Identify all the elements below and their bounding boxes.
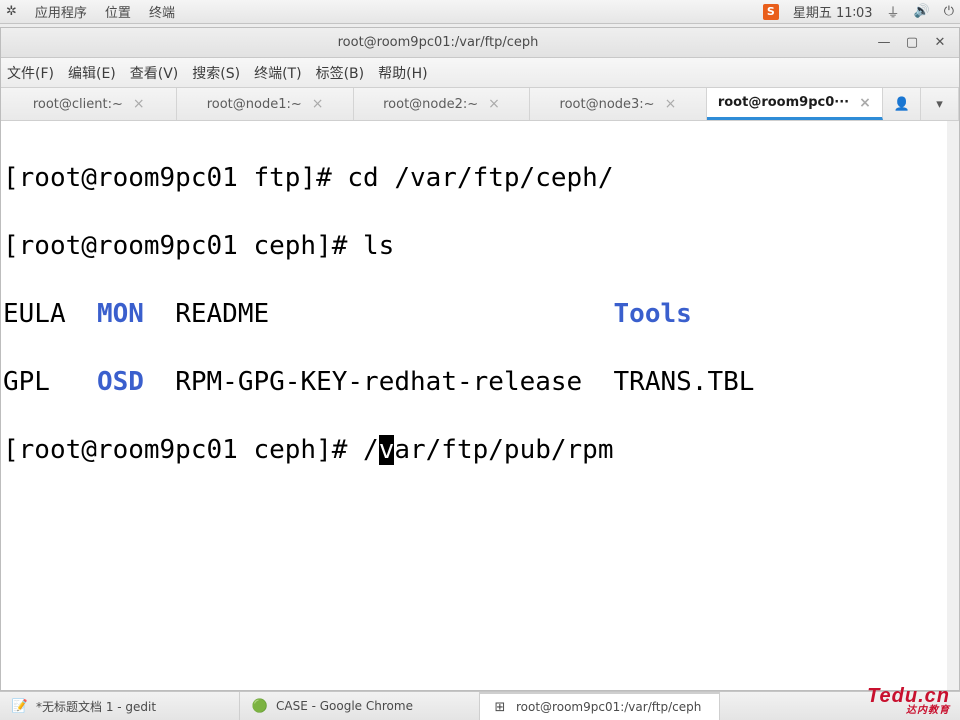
ime-indicator-icon[interactable]: S (763, 4, 779, 20)
menu-tabs[interactable]: 标签(B) (316, 63, 365, 83)
volume-icon[interactable]: 🔊 (914, 4, 930, 19)
input-post: ar/ftp/pub/rpm (394, 435, 613, 465)
brand-sub: 达内教育 (867, 706, 950, 716)
tab-bar: root@client:~ × root@node1:~ × root@node… (1, 88, 959, 121)
terminal-window: root@room9pc01:/var/ftp/ceph — ▢ ✕ 文件(F)… (0, 27, 960, 691)
os-top-panel: ✲ 应用程序 位置 终端 S 星期五 11∶03 ⏚ 🔊 ⏻ (0, 0, 960, 24)
window-titlebar[interactable]: root@room9pc01:/var/ftp/ceph — ▢ ✕ (1, 28, 959, 58)
activities-icon[interactable]: ✲ (6, 4, 17, 19)
menu-bar: 文件(F) 编辑(E) 查看(V) 搜索(S) 终端(T) 标签(B) 帮助(H… (1, 58, 959, 88)
command: cd /var/ftp/ceph/ (347, 163, 613, 193)
task-terminal[interactable]: ⊞ root@room9pc01:/var/ftp/ceph (480, 692, 720, 720)
menu-edit[interactable]: 编辑(E) (68, 63, 116, 83)
power-icon[interactable]: ⏻ (944, 4, 954, 19)
tab-node3[interactable]: root@node3:~ × (530, 88, 706, 120)
menu-places[interactable]: 位置 (105, 2, 131, 21)
menu-file[interactable]: 文件(F) (7, 63, 54, 83)
tab-menu-button[interactable]: ▾ (921, 88, 959, 120)
task-chrome[interactable]: 🟢 CASE - Google Chrome (240, 692, 480, 720)
tab-node2[interactable]: root@node2:~ × (354, 88, 530, 120)
close-icon[interactable]: × (859, 95, 871, 111)
network-icon[interactable]: ⏚ (887, 2, 900, 21)
input-pre: / (363, 435, 379, 465)
cursor: v (379, 435, 395, 465)
minimize-button[interactable]: — (875, 34, 893, 52)
ls-entry: EULA (3, 299, 66, 329)
terminal-icon: ⊞ (492, 699, 508, 715)
ls-entry: RPM-GPG-KEY-redhat-release (175, 367, 582, 397)
close-button[interactable]: ✕ (931, 34, 949, 52)
os-taskbar: 📝 *无标题文档 1 - gedit 🟢 CASE - Google Chrom… (0, 691, 960, 720)
terminal-content[interactable]: [root@room9pc01 ftp]# cd /var/ftp/ceph/ … (1, 121, 959, 690)
tab-client[interactable]: root@client:~ × (1, 88, 177, 120)
ls-entry: GPL (3, 367, 50, 397)
ls-entry: README (175, 299, 269, 329)
tab-label: root@client:~ (33, 97, 123, 112)
prompt: [root@room9pc01 ftp]# (3, 163, 347, 193)
tab-label: root@node2:~ (383, 97, 478, 112)
gedit-icon: 📝 (12, 698, 28, 714)
ls-entry: TRANS.TBL (614, 367, 755, 397)
tab-profile-button[interactable]: 👤 (883, 88, 921, 120)
tab-node1[interactable]: root@node1:~ × (177, 88, 353, 120)
menu-term[interactable]: 终端(T) (254, 63, 301, 83)
task-label: CASE - Google Chrome (276, 699, 413, 713)
close-icon[interactable]: × (488, 96, 500, 112)
task-gedit[interactable]: 📝 *无标题文档 1 - gedit (0, 692, 240, 720)
menu-search[interactable]: 搜索(S) (192, 63, 240, 83)
chrome-icon: 🟢 (252, 698, 268, 714)
tab-label: root@room9pc0··· (718, 95, 849, 110)
tab-room9pc01[interactable]: root@room9pc0··· × (707, 88, 883, 120)
ls-entry-dir: MON (97, 299, 144, 329)
tab-label: root@node1:~ (207, 97, 302, 112)
maximize-button[interactable]: ▢ (903, 34, 921, 52)
brand-name: Tedu.cn (867, 686, 950, 706)
close-icon[interactable]: × (133, 96, 145, 112)
prompt: [root@room9pc01 ceph]# (3, 435, 363, 465)
menu-view[interactable]: 查看(V) (130, 63, 179, 83)
ls-entry-dir: OSD (97, 367, 144, 397)
task-label: root@room9pc01:/var/ftp/ceph (516, 700, 701, 714)
tab-label: root@node3:~ (560, 97, 655, 112)
menu-terminal[interactable]: 终端 (149, 2, 175, 21)
prompt: [root@room9pc01 ceph]# (3, 231, 363, 261)
close-icon[interactable]: × (312, 96, 324, 112)
ls-entry-dir: Tools (614, 299, 692, 329)
close-icon[interactable]: × (665, 96, 677, 112)
watermark: Tedu.cn 达内教育 (867, 686, 950, 716)
menu-applications[interactable]: 应用程序 (35, 2, 87, 21)
window-title: root@room9pc01:/var/ftp/ceph (1, 35, 875, 50)
menu-help[interactable]: 帮助(H) (378, 63, 427, 83)
task-label: *无标题文档 1 - gedit (36, 698, 156, 715)
clock[interactable]: 星期五 11∶03 (793, 2, 873, 21)
command: ls (363, 231, 394, 261)
